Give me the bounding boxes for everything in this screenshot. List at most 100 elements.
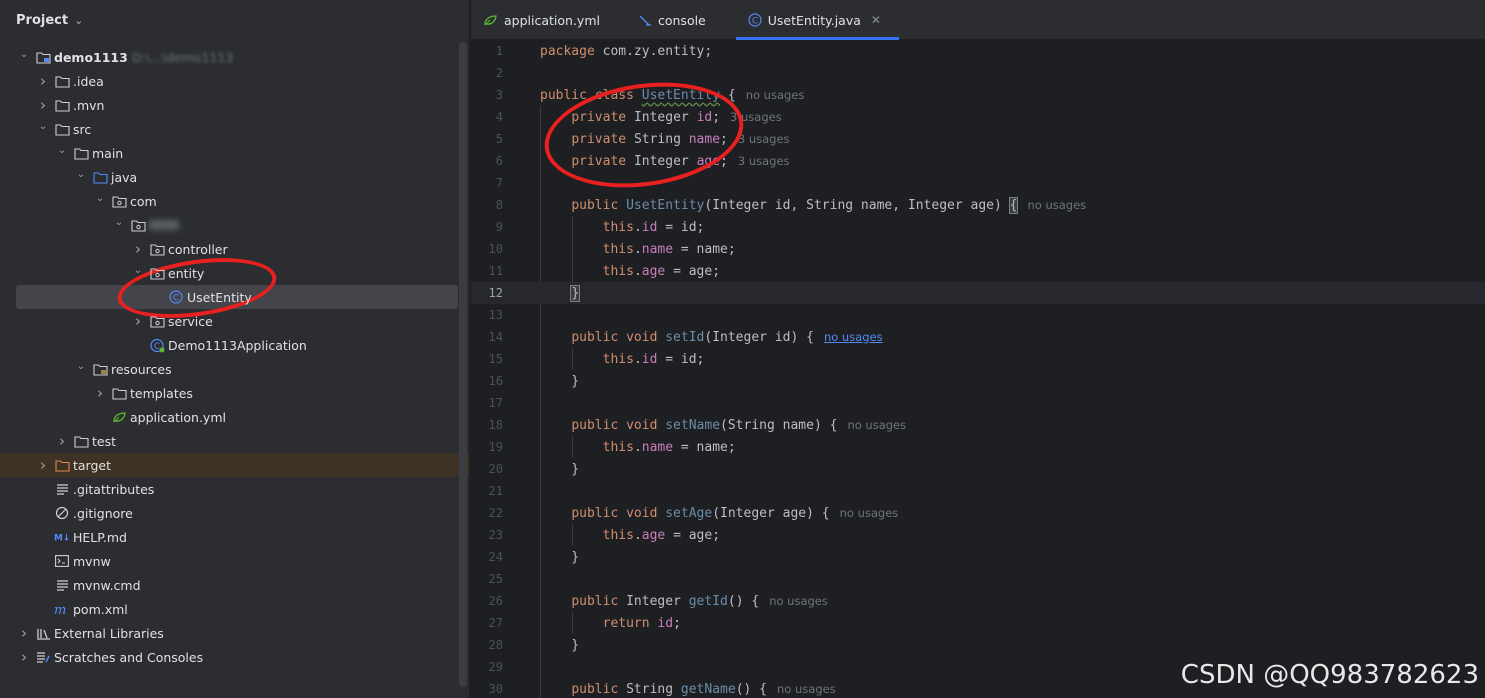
code-line[interactable]: 25: [471, 568, 1485, 590]
line-number[interactable]: 13: [471, 308, 503, 322]
chevron-right-icon[interactable]: ›: [55, 432, 69, 450]
close-tab-icon[interactable]: ✕: [871, 13, 881, 27]
line-number[interactable]: 21: [471, 484, 503, 498]
code-line[interactable]: 27 return id;: [471, 612, 1485, 634]
chevron-down-icon[interactable]: ⌄: [74, 361, 88, 372]
tree-item[interactable]: M↓ HELP.md: [0, 525, 469, 549]
code-line[interactable]: 12 }: [471, 282, 1485, 304]
line-number[interactable]: 26: [471, 594, 503, 608]
tree-item[interactable]: › controller: [0, 237, 469, 261]
line-number[interactable]: 1: [471, 44, 503, 58]
chevron-right-icon[interactable]: ›: [131, 312, 145, 330]
line-number[interactable]: 22: [471, 506, 503, 520]
editor-tab[interactable]: console: [618, 0, 736, 40]
tree-item[interactable]: ⌄ main: [0, 141, 469, 165]
line-number[interactable]: 27: [471, 616, 503, 630]
tree-item[interactable]: .gitignore: [0, 501, 469, 525]
chevron-down-icon[interactable]: ⌄: [74, 169, 88, 180]
line-number[interactable]: 4: [471, 110, 503, 124]
editor-tab[interactable]: application.yml: [471, 0, 618, 40]
usages-hint[interactable]: 3 usages: [730, 110, 782, 124]
tree-item[interactable]: › test: [0, 429, 469, 453]
tree-item[interactable]: ⌄ entity: [0, 261, 469, 285]
tree-item[interactable]: › templates: [0, 381, 469, 405]
chevron-right-icon[interactable]: ›: [36, 456, 50, 474]
chevron-down-icon[interactable]: ⌄: [74, 14, 83, 27]
line-number[interactable]: 7: [471, 176, 503, 190]
usages-hint[interactable]: no usages: [746, 88, 805, 102]
usages-hint[interactable]: 3 usages: [738, 132, 790, 146]
line-number[interactable]: 14: [471, 330, 503, 344]
usages-hint[interactable]: no usages: [1027, 198, 1086, 212]
line-number[interactable]: 9: [471, 220, 503, 234]
chevron-down-icon[interactable]: ⌄: [55, 145, 69, 156]
line-number[interactable]: 25: [471, 572, 503, 586]
code-line[interactable]: 9 this.id = id;: [471, 216, 1485, 238]
tree-item[interactable]: ⌄ src: [0, 117, 469, 141]
code-line[interactable]: 24 }: [471, 546, 1485, 568]
line-number[interactable]: 30: [471, 682, 503, 696]
code-line[interactable]: 2: [471, 62, 1485, 84]
code-line[interactable]: 28 }: [471, 634, 1485, 656]
line-number[interactable]: 2: [471, 66, 503, 80]
tree-item[interactable]: › .idea: [0, 69, 469, 93]
line-number[interactable]: 5: [471, 132, 503, 146]
code-line[interactable]: 13: [471, 304, 1485, 326]
code-line[interactable]: 22 public void setAge(Integer age) {no u…: [471, 502, 1485, 524]
code-line[interactable]: 5 private String name; 3 usages: [471, 128, 1485, 150]
tree-item[interactable]: › Scratches and Consoles: [0, 645, 469, 669]
tree-item[interactable]: C Demo1113Application: [0, 333, 469, 357]
code-line[interactable]: 23 this.age = age;: [471, 524, 1485, 546]
chevron-right-icon[interactable]: ›: [36, 96, 50, 114]
code-line[interactable]: 21: [471, 480, 1485, 502]
code-line[interactable]: 6 private Integer age; 3 usages: [471, 150, 1485, 172]
chevron-right-icon[interactable]: ›: [131, 240, 145, 258]
code-line[interactable]: 16 }: [471, 370, 1485, 392]
usages-hint[interactable]: 3 usages: [738, 154, 790, 168]
usages-hint[interactable]: no usages: [777, 682, 836, 696]
chevron-down-icon[interactable]: ⌄: [112, 217, 126, 228]
code-line[interactable]: 17: [471, 392, 1485, 414]
code-line[interactable]: 8 public UsetEntity(Integer id, String n…: [471, 194, 1485, 216]
chevron-down-icon[interactable]: ⌄: [131, 265, 145, 276]
usages-hint[interactable]: no usages: [769, 594, 828, 608]
chevron-right-icon[interactable]: ›: [36, 72, 50, 90]
tree-item[interactable]: › .mvn: [0, 93, 469, 117]
tree-item[interactable]: m pom.xml: [0, 597, 469, 621]
code-line[interactable]: 7: [471, 172, 1485, 194]
code-line[interactable]: 26 public Integer getId() {no usages: [471, 590, 1485, 612]
line-number[interactable]: 18: [471, 418, 503, 432]
line-number[interactable]: 28: [471, 638, 503, 652]
code-line[interactable]: 11 this.age = age;: [471, 260, 1485, 282]
tree-item[interactable]: › service: [0, 309, 469, 333]
line-number[interactable]: 23: [471, 528, 503, 542]
usages-hint[interactable]: no usages: [840, 506, 899, 520]
code-line[interactable]: 15 this.id = id;: [471, 348, 1485, 370]
chevron-down-icon[interactable]: ⌄: [93, 193, 107, 204]
line-number[interactable]: 11: [471, 264, 503, 278]
line-number[interactable]: 12: [471, 286, 503, 300]
tree-item[interactable]: ⌄ resources: [0, 357, 469, 381]
line-number[interactable]: 17: [471, 396, 503, 410]
tree-item[interactable]: mvnw: [0, 549, 469, 573]
line-number[interactable]: 20: [471, 462, 503, 476]
editor-tab[interactable]: C UsetEntity.java ✕: [735, 0, 900, 40]
line-number[interactable]: 15: [471, 352, 503, 366]
tree-item[interactable]: mvnw.cmd: [0, 573, 469, 597]
code-line[interactable]: 4 private Integer id; 3 usages: [471, 106, 1485, 128]
line-number[interactable]: 3: [471, 88, 503, 102]
code-line[interactable]: 14 public void setId(Integer id) {no usa…: [471, 326, 1485, 348]
tree-item[interactable]: › External Libraries: [0, 621, 469, 645]
tree-item[interactable]: ⌄ com: [0, 189, 469, 213]
tree-item[interactable]: ⌄: [0, 213, 469, 237]
line-number[interactable]: 6: [471, 154, 503, 168]
code-line[interactable]: 1 package com.zy.entity;: [471, 40, 1485, 62]
usages-hint[interactable]: no usages: [847, 418, 906, 432]
code-line[interactable]: 18 public void setName(String name) {no …: [471, 414, 1485, 436]
line-number[interactable]: 29: [471, 660, 503, 674]
usages-hint[interactable]: no usages: [824, 330, 883, 344]
code-editor[interactable]: 1 package com.zy.entity; 2 3 public class Us…: [471, 40, 1485, 698]
tree-item[interactable]: ⌄ demo1113 D:\...\demo1113: [0, 45, 469, 69]
chevron-right-icon[interactable]: ›: [17, 624, 31, 642]
tree-item[interactable]: › target: [0, 453, 469, 477]
